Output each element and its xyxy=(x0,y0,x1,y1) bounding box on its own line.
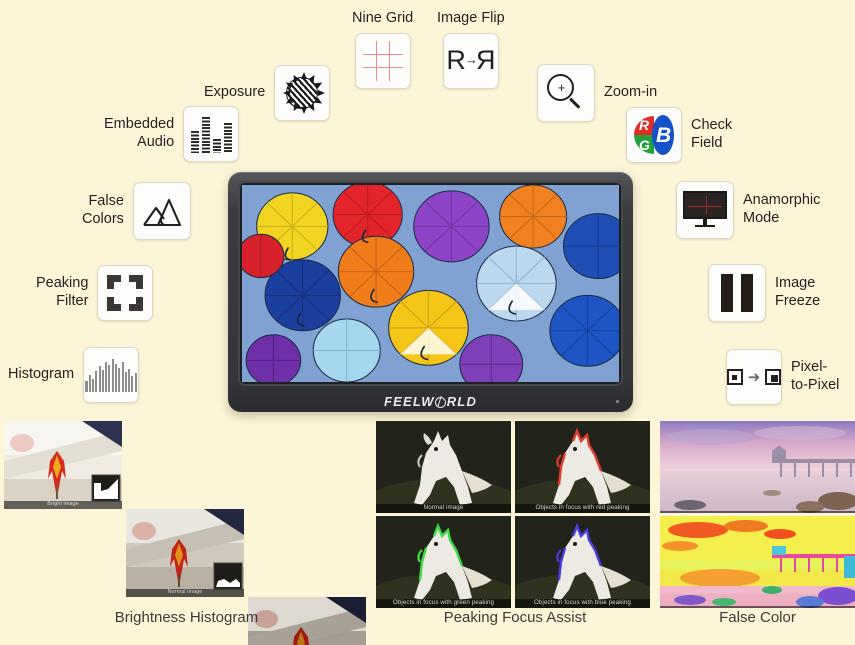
flip-arrow: → xyxy=(464,52,478,68)
thumb-horse-green-peaking: Objects in focus with green peaking xyxy=(376,516,511,608)
thumb-normal-photo: Normal image xyxy=(126,509,244,597)
p2p-arrow: ➜ xyxy=(747,368,761,386)
focus-brackets-icon[interactable] xyxy=(97,265,154,321)
brand-logo: FEELW RLD xyxy=(383,394,478,409)
thumb-horse-red-peaking: Objects in focus with red peaking xyxy=(515,421,650,513)
thumb-pier-false-color xyxy=(660,516,855,608)
flip-letter-mirrored: R xyxy=(476,45,496,76)
audio-meter-glyph xyxy=(190,115,232,153)
feature-label-check-field: Check Field xyxy=(691,117,733,151)
thumb-horse-blue-peaking: Objects in focus with blue peaking xyxy=(515,516,650,608)
pixel-map-glyph: ➜ xyxy=(727,368,781,386)
panel-false-color: False Color xyxy=(660,421,855,645)
horse-photo-green-peaking xyxy=(376,516,511,608)
thumb-pier-normal xyxy=(660,421,855,513)
monitor-bezel xyxy=(238,181,623,386)
feature-image-flip[interactable]: Image Flip R → R xyxy=(437,10,505,89)
thumb-caption xyxy=(660,606,855,608)
feature-label-peaking-filter: Peaking Filter xyxy=(36,275,89,309)
feature-label-pixel-to-pixel: Pixel- to-Pixel xyxy=(791,359,840,393)
pause-bars-glyph xyxy=(721,274,753,312)
leaf-photo-bright xyxy=(4,421,122,509)
feature-image-freeze[interactable]: Image Freeze xyxy=(708,264,820,322)
image-flip-icon[interactable]: R → R xyxy=(442,32,499,89)
nine-grid-glyph xyxy=(362,40,403,81)
monitor-screen xyxy=(242,185,619,382)
panel-brightness-histogram: Bright image Normal image Brightness His… xyxy=(4,421,369,645)
horse-photo-red-peaking xyxy=(515,421,650,513)
rgb-glyph: R G B xyxy=(632,113,676,157)
leaf-photo-normal xyxy=(126,509,244,597)
feature-diagram-root: Nine Grid Image Flip R → R Exposure Embe… xyxy=(0,0,855,645)
feature-label-image-flip: Image Flip xyxy=(437,10,505,26)
pier-photo-false-color xyxy=(660,516,855,608)
thumb-caption xyxy=(660,511,855,513)
feature-anamorphic-mode[interactable]: Anamorphic Mode xyxy=(676,181,820,239)
panel-caption-peaking-focus-assist: Peaking Focus Assist xyxy=(443,609,587,626)
feature-label-zoom-in: Zoom-in xyxy=(604,84,658,101)
audio-meter-icon[interactable] xyxy=(183,106,240,162)
feature-label-false-colors: False Colors xyxy=(82,193,124,227)
focus-brackets-glyph xyxy=(107,275,144,311)
globe-icon xyxy=(435,396,447,408)
feature-label-image-freeze: Image Freeze xyxy=(775,275,821,309)
panel-peaking-focus-assist: Normal image Objects in focus with red p… xyxy=(376,421,654,645)
monitor-glyph xyxy=(683,191,727,229)
image-flip-glyph: R → R xyxy=(446,45,495,76)
thumb-caption: Objects in focus with red peaking xyxy=(515,504,650,513)
feature-peaking-filter[interactable]: Peaking Filter xyxy=(36,265,154,321)
thumb-bright-photo: Bright image xyxy=(4,421,122,509)
exposure-zebra-icon[interactable] xyxy=(274,65,331,121)
thumb-caption: Objects in focus with green peaking xyxy=(376,599,511,608)
feature-label-exposure: Exposure xyxy=(204,84,266,101)
rgb-check-field-icon[interactable]: R G B xyxy=(626,107,682,163)
histogram-icon[interactable] xyxy=(83,347,140,403)
pause-bars-icon[interactable] xyxy=(708,264,766,322)
flip-letter-normal: R xyxy=(446,45,465,76)
feature-histogram[interactable]: Histogram xyxy=(8,347,140,403)
feature-false-colors[interactable]: False Colors xyxy=(82,182,191,240)
feature-label-histogram: Histogram xyxy=(8,366,75,383)
mountain-glyph xyxy=(143,198,181,227)
zebra-sun-glyph xyxy=(281,72,326,114)
panel-caption-brightness-histogram: Brightness Histogram xyxy=(114,609,259,626)
field-monitor: FEELW RLD xyxy=(228,172,633,412)
feature-photo-strip: Bright image Normal image Brightness His… xyxy=(0,421,855,645)
umbrella-photo xyxy=(242,185,619,382)
thumb-caption: Bright image xyxy=(4,501,122,509)
feature-label-anamorphic-mode: Anamorphic Mode xyxy=(743,192,821,226)
thumb-caption: Normal image xyxy=(126,589,244,597)
monitor-indicator-dot xyxy=(616,400,619,403)
nine-grid-icon[interactable] xyxy=(354,32,411,89)
feature-label-embedded-audio: Embedded Audio xyxy=(104,116,175,150)
feature-pixel-to-pixel[interactable]: ➜ Pixel- to-Pixel xyxy=(726,349,839,405)
rgb-letter-g: G xyxy=(639,137,650,153)
mountain-icon[interactable] xyxy=(132,182,191,240)
horse-photo-normal xyxy=(376,421,511,513)
pier-photo-normal xyxy=(660,421,855,513)
monitor-icon[interactable] xyxy=(676,181,734,239)
panel-caption-false-color: False Color xyxy=(719,609,796,626)
feature-check-field[interactable]: R G B Check Field xyxy=(626,107,732,163)
thumb-caption: Normal image xyxy=(376,504,511,513)
histogram-glyph xyxy=(84,358,139,392)
feature-label-nine-grid: Nine Grid xyxy=(352,10,414,26)
pixel-map-icon[interactable]: ➜ xyxy=(726,349,782,405)
rgb-letter-r: R xyxy=(639,117,650,133)
magnifier-glyph: + xyxy=(547,74,585,112)
thumb-caption: Objects in focus with blue peaking xyxy=(515,599,650,608)
magnifier-plus-icon[interactable]: + xyxy=(537,64,595,122)
feature-nine-grid[interactable]: Nine Grid xyxy=(352,10,413,89)
feature-embedded-audio[interactable]: Embedded Audio xyxy=(104,106,240,162)
thumb-horse-normal: Normal image xyxy=(376,421,511,513)
rgb-letter-b: B xyxy=(656,124,672,147)
horse-photo-blue-peaking xyxy=(515,516,650,608)
